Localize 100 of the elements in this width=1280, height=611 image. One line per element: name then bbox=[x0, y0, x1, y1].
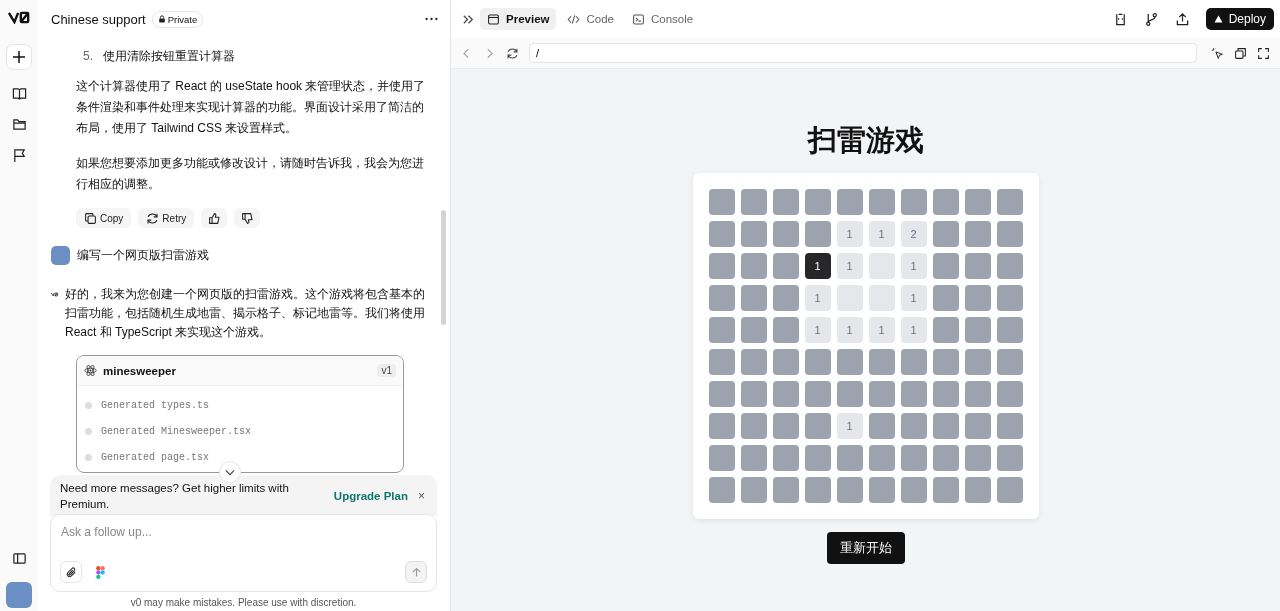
tab[interactable]: Preview bbox=[480, 8, 557, 30]
hidden-cell[interactable] bbox=[932, 285, 959, 311]
hidden-cell[interactable] bbox=[996, 253, 1023, 279]
revealed-cell[interactable]: 1 bbox=[836, 221, 863, 247]
hidden-cell[interactable] bbox=[740, 349, 767, 375]
hidden-cell[interactable] bbox=[932, 189, 959, 215]
hidden-cell[interactable] bbox=[708, 445, 735, 471]
hidden-cell[interactable] bbox=[900, 445, 927, 471]
hidden-cell[interactable] bbox=[964, 413, 991, 439]
hidden-cell[interactable] bbox=[836, 445, 863, 471]
hidden-cell[interactable] bbox=[996, 381, 1023, 407]
hidden-cell[interactable] bbox=[932, 253, 959, 279]
tab[interactable]: Console bbox=[625, 8, 701, 30]
hidden-cell[interactable] bbox=[708, 381, 735, 407]
logo-icon[interactable] bbox=[8, 11, 30, 24]
hidden-cell[interactable] bbox=[996, 189, 1023, 215]
hidden-cell[interactable] bbox=[708, 285, 735, 311]
hidden-cell[interactable] bbox=[708, 413, 735, 439]
artifact-card[interactable]: minesweeper v1 Generated types.ts Generated Minesweeper.tsx Generated page.tsx bbox=[76, 355, 404, 473]
hidden-cell[interactable] bbox=[964, 221, 991, 247]
hidden-cell[interactable] bbox=[932, 413, 959, 439]
figma-icon[interactable] bbox=[96, 565, 105, 579]
hidden-cell[interactable] bbox=[804, 349, 831, 375]
hidden-cell[interactable] bbox=[996, 477, 1023, 503]
upgrade-plan-link[interactable]: Upgrade Plan bbox=[333, 490, 408, 502]
hidden-cell[interactable] bbox=[804, 221, 831, 247]
folder-icon[interactable] bbox=[11, 117, 27, 132]
restart-button[interactable]: 重新开始 bbox=[826, 532, 905, 564]
revealed-cell[interactable]: 1 bbox=[836, 253, 863, 279]
highlighted-cell[interactable]: 1 bbox=[804, 253, 831, 279]
hidden-cell[interactable] bbox=[708, 317, 735, 343]
hidden-cell[interactable] bbox=[868, 413, 895, 439]
revealed-cell[interactable]: 1 bbox=[868, 317, 895, 343]
hidden-cell[interactable] bbox=[804, 189, 831, 215]
hidden-cell[interactable] bbox=[740, 445, 767, 471]
hidden-cell[interactable] bbox=[708, 253, 735, 279]
flag-icon[interactable] bbox=[11, 148, 27, 163]
hidden-cell[interactable] bbox=[740, 477, 767, 503]
deploy-button[interactable]: Deploy bbox=[1205, 8, 1274, 30]
hidden-cell[interactable] bbox=[868, 381, 895, 407]
new-window-icon[interactable] bbox=[1234, 46, 1247, 60]
attach-button[interactable] bbox=[60, 561, 82, 583]
tab[interactable]: Code bbox=[560, 8, 621, 30]
hidden-cell[interactable] bbox=[772, 221, 799, 247]
thumbs-down-button[interactable] bbox=[234, 208, 261, 228]
hidden-cell[interactable] bbox=[772, 285, 799, 311]
branch-icon[interactable] bbox=[1143, 11, 1159, 27]
new-chat-button[interactable] bbox=[6, 44, 32, 70]
refresh-icon[interactable] bbox=[506, 46, 519, 60]
hidden-cell[interactable] bbox=[932, 445, 959, 471]
revealed-cell[interactable]: 1 bbox=[836, 317, 863, 343]
cursor-select-icon[interactable] bbox=[1211, 46, 1224, 60]
revealed-cell[interactable]: 1 bbox=[868, 221, 895, 247]
hidden-cell[interactable] bbox=[804, 445, 831, 471]
hidden-cell[interactable] bbox=[772, 413, 799, 439]
hidden-cell[interactable] bbox=[964, 189, 991, 215]
retry-button[interactable]: Retry bbox=[138, 208, 195, 228]
hidden-cell[interactable] bbox=[964, 285, 991, 311]
fullscreen-icon[interactable] bbox=[1257, 46, 1270, 60]
hidden-cell[interactable] bbox=[772, 445, 799, 471]
thumbs-up-button[interactable] bbox=[201, 208, 228, 228]
hidden-cell[interactable] bbox=[996, 285, 1023, 311]
hidden-cell[interactable] bbox=[836, 189, 863, 215]
revealed-cell[interactable]: 1 bbox=[804, 285, 831, 311]
hidden-cell[interactable] bbox=[964, 477, 991, 503]
hidden-cell[interactable] bbox=[772, 349, 799, 375]
avatar-placeholder[interactable] bbox=[6, 582, 32, 608]
hidden-cell[interactable] bbox=[772, 189, 799, 215]
hidden-cell[interactable] bbox=[868, 189, 895, 215]
scrollbar-thumb[interactable] bbox=[441, 210, 446, 325]
message-composer[interactable]: Ask a follow up... bbox=[50, 514, 437, 592]
hidden-cell[interactable] bbox=[996, 221, 1023, 247]
revealed-cell[interactable]: 1 bbox=[836, 413, 863, 439]
scroll-down-button[interactable] bbox=[219, 461, 241, 483]
book-icon[interactable] bbox=[11, 86, 27, 101]
hidden-cell[interactable] bbox=[996, 445, 1023, 471]
revealed-cell[interactable]: 1 bbox=[900, 253, 927, 279]
hidden-cell[interactable] bbox=[964, 253, 991, 279]
send-button[interactable] bbox=[405, 561, 427, 583]
hidden-cell[interactable] bbox=[964, 317, 991, 343]
hidden-cell[interactable] bbox=[708, 221, 735, 247]
hidden-cell[interactable] bbox=[772, 477, 799, 503]
hidden-cell[interactable] bbox=[708, 477, 735, 503]
hidden-cell[interactable] bbox=[708, 349, 735, 375]
hidden-cell[interactable] bbox=[900, 349, 927, 375]
hidden-cell[interactable] bbox=[804, 381, 831, 407]
revealed-cell[interactable]: 1 bbox=[804, 317, 831, 343]
hidden-cell[interactable] bbox=[740, 317, 767, 343]
hidden-cell[interactable] bbox=[740, 253, 767, 279]
revealed-cell[interactable] bbox=[868, 285, 895, 311]
revealed-cell[interactable] bbox=[836, 285, 863, 311]
hidden-cell[interactable] bbox=[932, 381, 959, 407]
hidden-cell[interactable] bbox=[932, 317, 959, 343]
hidden-cell[interactable] bbox=[900, 189, 927, 215]
hidden-cell[interactable] bbox=[740, 221, 767, 247]
hidden-cell[interactable] bbox=[740, 189, 767, 215]
url-field[interactable]: / bbox=[529, 43, 1197, 63]
revealed-cell[interactable]: 1 bbox=[900, 317, 927, 343]
revealed-cell[interactable]: 1 bbox=[900, 285, 927, 311]
hidden-cell[interactable] bbox=[740, 381, 767, 407]
